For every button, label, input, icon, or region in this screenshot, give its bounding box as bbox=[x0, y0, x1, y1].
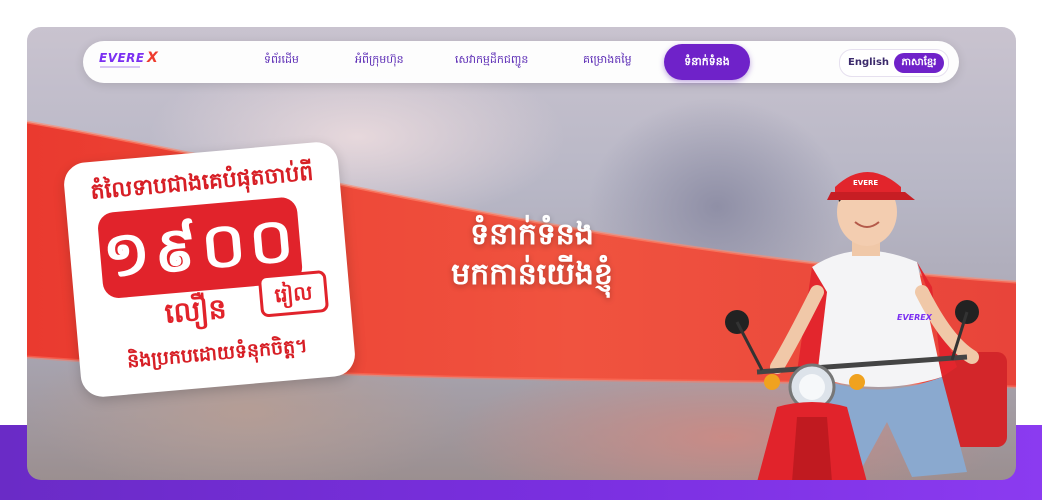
logo-wordmark: EVERE bbox=[99, 51, 145, 65]
courier-on-scooter-illustration: EVERE EVEREX bbox=[725, 172, 1007, 480]
promo-price-badge: តំលៃទាបជាងគេបំផុតចាប់ពី ១៩០០ រៀល លឿន និង… bbox=[62, 140, 357, 399]
nav-item-delivery-service[interactable]: សេវាកម្មដឹកជញ្ជូន bbox=[455, 53, 528, 69]
hero-title-line2: មកកាន់យើងខ្ញុំ bbox=[451, 257, 613, 292]
language-option-khmer[interactable]: ភាសាខ្មែរ bbox=[894, 53, 944, 73]
hero-title-line1: ទំនាក់ទំនង bbox=[470, 217, 594, 252]
nav-item-pricing[interactable]: គម្រោងតម្លៃ bbox=[583, 53, 632, 69]
promo-fast-label: លឿន bbox=[163, 291, 228, 330]
svg-text:EVERE: EVERE bbox=[853, 179, 878, 187]
nav-item-contact[interactable]: ទំនាក់ទំនង bbox=[664, 44, 750, 80]
nav-item-home[interactable]: ទំព័រដើម bbox=[264, 53, 299, 69]
hero-title: ទំនាក់ទំនង មកកាន់យើងខ្ញុំ bbox=[377, 215, 687, 295]
language-option-english[interactable]: English bbox=[848, 50, 889, 76]
everex-logo[interactable]: EVERE X bbox=[99, 50, 161, 73]
logo-underline bbox=[100, 66, 140, 68]
logo-x-mark: X bbox=[147, 50, 158, 66]
top-navigation-bar: EVERE X ទំព័រដើម អំពីក្រុមហ៊ុន សេវាកម្មដ… bbox=[83, 41, 959, 83]
hero-banner: តំលៃទាបជាងគេបំផុតចាប់ពី ១៩០០ រៀល លឿន និង… bbox=[27, 27, 1016, 480]
promo-currency-unit: រៀល bbox=[273, 280, 314, 308]
language-switcher: English ភាសាខ្មែរ bbox=[839, 49, 949, 77]
nav-item-about[interactable]: អំពីក្រុមហ៊ុន bbox=[355, 53, 404, 69]
svg-text:EVEREX: EVEREX bbox=[897, 313, 933, 322]
